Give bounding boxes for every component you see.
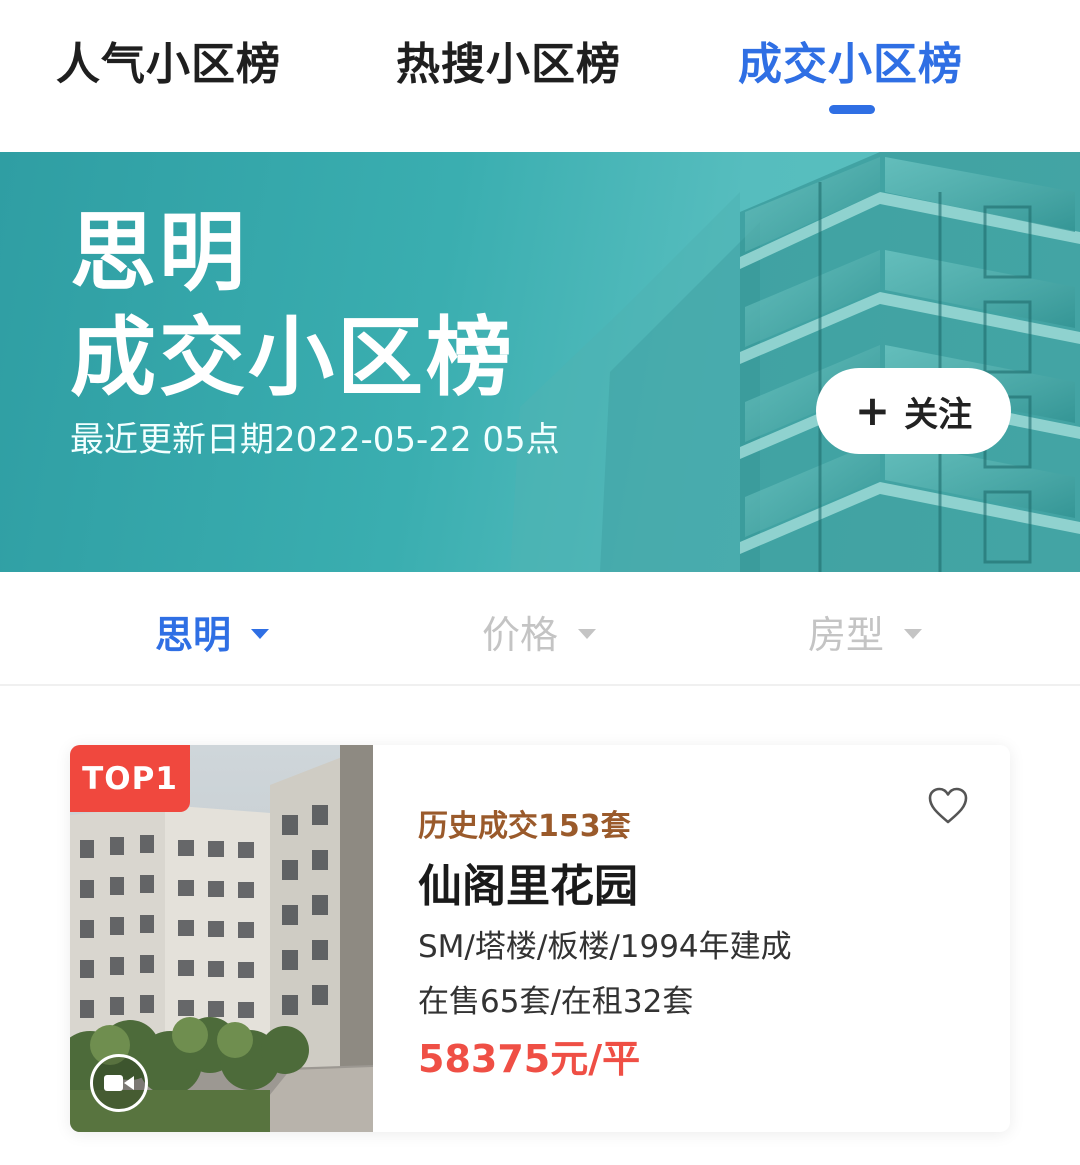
tab-popular-communities[interactable]: 人气小区榜: [56, 28, 281, 92]
community-supply: 在售65套/在租32套: [418, 984, 694, 1020]
community-meta: SM/塔楼/板楼/1994年建成: [418, 929, 792, 965]
banner-title: 成交小区榜: [70, 308, 515, 408]
historical-deals: 历史成交153套: [418, 809, 631, 844]
filter-price[interactable]: 价格: [482, 604, 597, 659]
ranking-tabs: 人气小区榜 热搜小区榜 成交小区榜: [0, 0, 1080, 152]
community-photo[interactable]: TOP1: [70, 745, 373, 1132]
update-date: 最近更新日期2022-05-22 05点: [70, 420, 560, 460]
tab-hot-search-communities[interactable]: 热搜小区榜: [396, 28, 621, 92]
community-price: 58375元/平: [418, 1037, 641, 1081]
plus-icon: +: [854, 386, 891, 435]
caret-down-icon: [904, 628, 923, 639]
filter-district-label: 思明: [155, 613, 232, 657]
filter-layout-label: 房型: [808, 613, 885, 657]
rank-badge: TOP1: [70, 745, 190, 812]
video-icon[interactable]: [90, 1054, 148, 1112]
caret-down-icon: [251, 628, 270, 639]
filter-bar: 思明 价格 房型: [0, 572, 1080, 686]
ranking-banner: 思明 成交小区榜 最近更新日期2022-05-22 05点 + 关注: [0, 152, 1080, 572]
follow-button[interactable]: + 关注: [816, 368, 1011, 454]
filter-layout[interactable]: 房型: [808, 604, 923, 659]
filter-district[interactable]: 思明: [155, 604, 270, 659]
follow-label: 关注: [904, 394, 973, 435]
tab-deal-communities[interactable]: 成交小区榜: [738, 28, 963, 92]
community-card[interactable]: TOP1 历史成交153套 仙阁里花园 SM/塔楼/板楼/1994年建成 在售6…: [70, 745, 1010, 1132]
community-name[interactable]: 仙阁里花园: [418, 850, 638, 914]
filter-price-label: 价格: [482, 613, 559, 657]
caret-down-icon: [578, 628, 597, 639]
active-tab-indicator: [829, 105, 875, 114]
heart-icon[interactable]: [928, 787, 968, 825]
